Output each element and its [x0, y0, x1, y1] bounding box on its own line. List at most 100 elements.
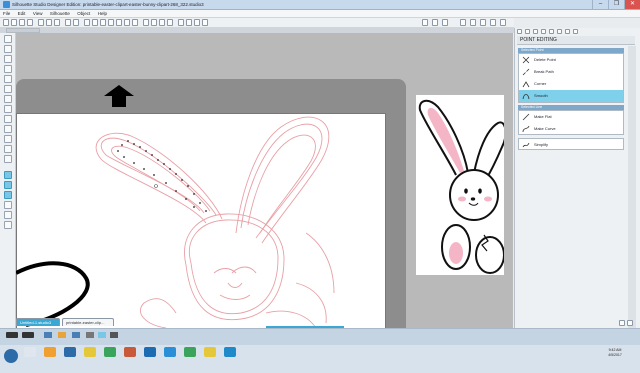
- open-icon[interactable]: [11, 19, 17, 26]
- break-path-button[interactable]: Break Path: [519, 66, 623, 78]
- panel-tab-icon[interactable]: [573, 29, 578, 34]
- menu-object[interactable]: Object: [74, 10, 93, 17]
- simplify-button[interactable]: Simplify: [519, 139, 623, 151]
- silhouette-taskbar-icon[interactable]: [164, 347, 176, 357]
- folder-taskbar-icon[interactable]: [84, 347, 96, 357]
- documents-taskbar-icon[interactable]: [64, 347, 76, 357]
- print-cut-icon[interactable]: [4, 201, 12, 209]
- offset-icon[interactable]: [186, 19, 192, 26]
- zoom-in-icon[interactable]: [100, 19, 106, 26]
- undo-icon[interactable]: [6, 332, 18, 338]
- zoom-box-icon[interactable]: [116, 19, 122, 26]
- photoshop-taskbar-icon[interactable]: [224, 347, 236, 357]
- panel-pin-icon[interactable]: [619, 320, 625, 326]
- zoom-out-icon[interactable]: [108, 19, 114, 26]
- panel-tab-icon[interactable]: [549, 29, 554, 34]
- delete-point-button[interactable]: Delete Point: [519, 54, 623, 66]
- rectangle-tool-icon[interactable]: [4, 65, 12, 73]
- start-icon[interactable]: [4, 349, 18, 363]
- eraser-tool-icon[interactable]: [4, 125, 12, 133]
- new-icon[interactable]: [3, 19, 9, 26]
- trace-icon[interactable]: [194, 19, 200, 26]
- menu-file[interactable]: File: [0, 10, 13, 17]
- tab-untitled[interactable]: Untitled-1.studio3: [16, 318, 60, 326]
- select-tool-icon[interactable]: [4, 35, 12, 43]
- menu-help[interactable]: Help: [95, 10, 110, 17]
- close-button[interactable]: ✕: [624, 0, 640, 9]
- store-panel-icon[interactable]: [4, 221, 12, 229]
- brush-tool-icon[interactable]: [4, 155, 12, 163]
- arrange-icon[interactable]: [72, 332, 80, 338]
- maximize-button[interactable]: ❐: [608, 0, 624, 9]
- layers-icon[interactable]: [202, 19, 208, 26]
- panel-tab-icon[interactable]: [533, 29, 538, 34]
- layer-icon[interactable]: [44, 332, 52, 338]
- library-panel-icon[interactable]: [4, 211, 12, 219]
- align-icon[interactable]: [86, 332, 94, 338]
- line-tool-icon[interactable]: [4, 55, 12, 63]
- smooth-button[interactable]: Smooth: [519, 90, 623, 102]
- undo-icon[interactable]: [65, 19, 71, 26]
- panel-tab-icon[interactable]: [517, 29, 522, 34]
- group-icon[interactable]: [159, 19, 165, 26]
- text-tool-icon[interactable]: [4, 115, 12, 123]
- chrome-alt-taskbar-icon[interactable]: [184, 347, 196, 357]
- send-icon[interactable]: [442, 19, 448, 26]
- design-store-icon[interactable]: [422, 19, 428, 26]
- tab-printable-easter[interactable]: printable-easter-clip...: [62, 318, 114, 326]
- ellipse-tool-icon[interactable]: [4, 75, 12, 83]
- zoom-page-icon[interactable]: [132, 19, 138, 26]
- edit-points-icon[interactable]: [4, 45, 12, 53]
- line-style-icon[interactable]: [480, 19, 486, 26]
- explorer-taskbar-icon[interactable]: [24, 347, 36, 357]
- media-player-taskbar-icon[interactable]: [44, 347, 56, 357]
- grid-icon[interactable]: [143, 19, 149, 26]
- weld-icon[interactable]: [178, 19, 184, 26]
- freehand-tool-icon[interactable]: [4, 105, 12, 113]
- eyedropper-tool-icon[interactable]: [4, 145, 12, 153]
- design-canvas[interactable]: [16, 33, 513, 328]
- pan-icon[interactable]: [92, 19, 98, 26]
- save-icon[interactable]: [19, 19, 25, 26]
- app-taskbar-icon[interactable]: [124, 347, 136, 357]
- corner-button[interactable]: Corner: [519, 78, 623, 90]
- fill-icon[interactable]: [460, 19, 466, 26]
- panel-scrollbar[interactable]: [628, 46, 636, 331]
- system-clock[interactable]: 9:42 AM 4/5/2017: [592, 348, 638, 357]
- chrome-taskbar-icon[interactable]: [104, 347, 116, 357]
- polygon-tool-icon[interactable]: [4, 85, 12, 93]
- ungroup-icon[interactable]: [167, 19, 173, 26]
- menu-view[interactable]: View: [30, 10, 46, 17]
- settings-icon[interactable]: [110, 332, 118, 338]
- minimize-button[interactable]: –: [592, 0, 608, 9]
- page-setup-icon[interactable]: [4, 171, 12, 179]
- panel-tab-icon[interactable]: [565, 29, 570, 34]
- panel-tab-icon[interactable]: [541, 29, 546, 34]
- transform-icon[interactable]: [500, 19, 506, 26]
- knife-tool-icon[interactable]: [4, 135, 12, 143]
- select-icon[interactable]: [84, 19, 90, 26]
- align-icon[interactable]: [490, 19, 496, 26]
- redo-icon[interactable]: [22, 332, 34, 338]
- folder-alt-taskbar-icon[interactable]: [204, 347, 216, 357]
- menu-silhouette[interactable]: Silhouette: [47, 10, 73, 17]
- line-color-icon[interactable]: [470, 19, 476, 26]
- panel-close-icon[interactable]: [627, 320, 633, 326]
- copy-icon[interactable]: [46, 19, 52, 26]
- paste-icon[interactable]: [54, 19, 60, 26]
- rotate-icon[interactable]: [151, 19, 157, 26]
- curve-tool-icon[interactable]: [4, 95, 12, 103]
- panel-tab-icon[interactable]: [525, 29, 530, 34]
- word-taskbar-icon[interactable]: [144, 347, 156, 357]
- make-flat-button[interactable]: Make Flat: [519, 111, 623, 123]
- cut-icon[interactable]: [38, 19, 44, 26]
- print-icon[interactable]: [27, 19, 33, 26]
- edit-mode-icon[interactable]: [98, 332, 106, 338]
- menu-edit[interactable]: Edit: [15, 10, 29, 17]
- cut-settings-icon[interactable]: [4, 191, 12, 199]
- library-icon[interactable]: [432, 19, 438, 26]
- grid-settings-icon[interactable]: [4, 181, 12, 189]
- zoom-fit-icon[interactable]: [124, 19, 130, 26]
- redo-icon[interactable]: [73, 19, 79, 26]
- make-curve-button[interactable]: Make Curve: [519, 123, 623, 135]
